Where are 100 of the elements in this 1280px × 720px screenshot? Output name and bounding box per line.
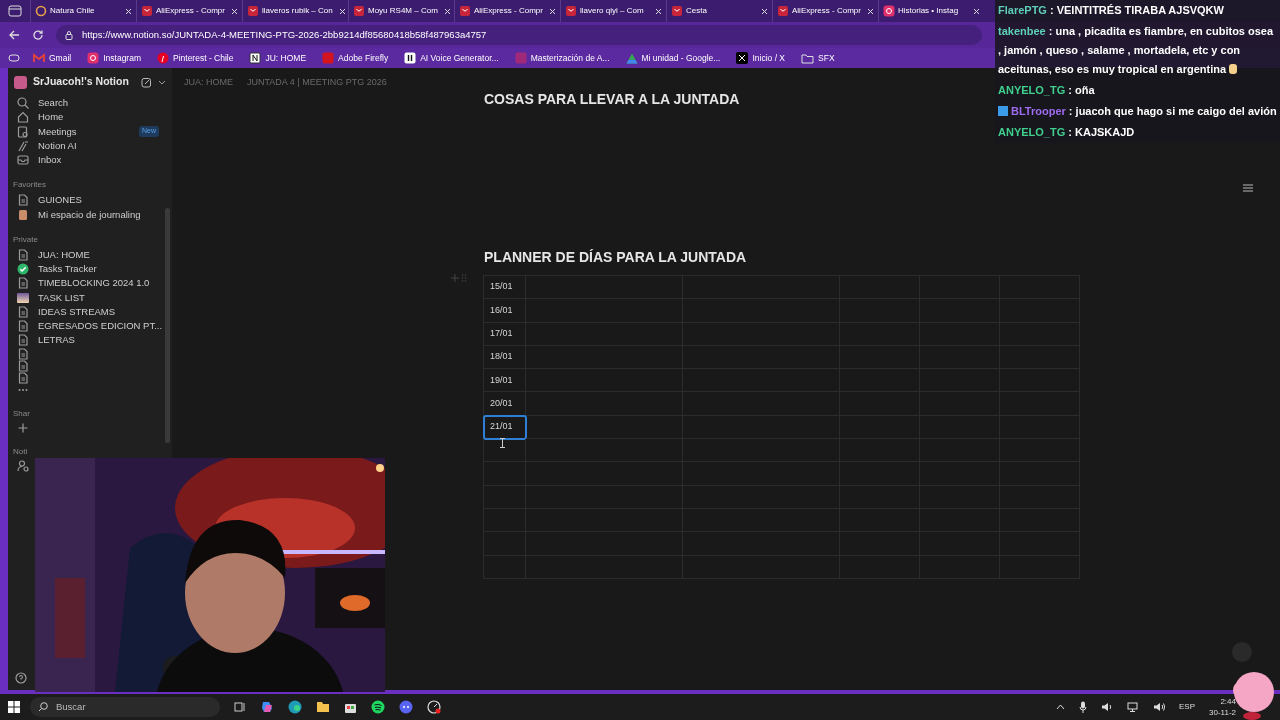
sidebar-item[interactable]: Mi espacio de journaling bbox=[8, 207, 172, 222]
bookmark[interactable]: JU: HOME bbox=[246, 51, 310, 65]
table-cell[interactable] bbox=[526, 392, 683, 416]
volume-icon[interactable] bbox=[1101, 702, 1113, 712]
mail-icon bbox=[33, 53, 45, 63]
plus-icon[interactable] bbox=[451, 274, 459, 282]
journal-icon bbox=[17, 208, 29, 221]
menu-icon[interactable] bbox=[1243, 184, 1253, 192]
sidebar-item[interactable]: Home bbox=[8, 110, 172, 125]
pin-icon bbox=[157, 52, 169, 64]
sidebar-item[interactable]: TIMEBLOCKING 2024 1.0 bbox=[8, 276, 172, 291]
close-icon[interactable] bbox=[125, 7, 132, 15]
chat-message: BLTrooper : juacoh que hago si me caigo del avión bbox=[998, 102, 1277, 121]
heading: COSAS PARA LLEVAR A LA JUNTADA bbox=[484, 90, 740, 109]
camera-icon bbox=[883, 5, 895, 17]
sidebar-item[interactable]: IDEAS STREAMS bbox=[8, 304, 172, 319]
task-view-icon[interactable] bbox=[234, 701, 246, 713]
close-icon[interactable] bbox=[549, 7, 556, 15]
bookmark[interactable]: Inicio / X bbox=[733, 51, 789, 65]
bag-icon bbox=[777, 5, 789, 17]
close-icon[interactable] bbox=[973, 7, 980, 15]
bookmark[interactable]: Masterización de A... bbox=[511, 51, 613, 65]
bookmark[interactable]: Gmail bbox=[30, 51, 75, 65]
bookmark[interactable]: Instagram bbox=[84, 51, 144, 65]
bookmark[interactable]: Adobe Firefly bbox=[319, 51, 392, 65]
square-icon bbox=[514, 52, 527, 64]
scrollbar[interactable] bbox=[165, 208, 170, 443]
meeting-notes-icon bbox=[17, 125, 29, 138]
address-bar[interactable]: https://www.notion.so/JUNTADA-4-MEETING-PTG-2026-2bb9214df85680418b58f487963a4757 bbox=[56, 25, 982, 45]
bag-icon bbox=[141, 5, 153, 17]
sidebar-item[interactable]: EGRESADOS EDICION PT... bbox=[8, 319, 172, 334]
language-indicator[interactable]: ESP bbox=[1179, 701, 1195, 713]
pause-icon bbox=[404, 52, 417, 64]
close-icon[interactable] bbox=[338, 7, 346, 15]
table-cell[interactable] bbox=[526, 439, 683, 463]
lock-icon bbox=[64, 30, 74, 40]
x-logo-icon bbox=[736, 52, 749, 64]
sidebar-item[interactable]: Notion AI bbox=[8, 138, 172, 153]
sidebar-item[interactable]: Search bbox=[8, 96, 172, 111]
volume-icon[interactable] bbox=[1153, 702, 1165, 712]
browser-icon[interactable] bbox=[288, 700, 302, 714]
folder-icon bbox=[801, 52, 815, 64]
sidebar-item[interactable]: JUA: HOME bbox=[8, 247, 172, 262]
sidebar-item[interactable]: TASK LIST bbox=[8, 290, 172, 305]
workspace-avatar[interactable] bbox=[14, 75, 27, 89]
chat-message: ANYELO_TG : oña bbox=[998, 83, 1096, 98]
sidebar-item[interactable]: LETRAS bbox=[8, 333, 172, 348]
table-cell[interactable] bbox=[484, 439, 526, 463]
close-icon[interactable] bbox=[761, 7, 768, 15]
bag-icon bbox=[353, 5, 365, 17]
bookmark[interactable]: Pinterest - Chile bbox=[154, 51, 237, 65]
chevron-down-icon[interactable] bbox=[158, 78, 166, 86]
page-icon bbox=[17, 347, 29, 360]
sidebar-item[interactable]: GUIONES bbox=[8, 193, 172, 208]
gradient-square-icon bbox=[17, 291, 29, 304]
taskbar-search-field[interactable]: Buscar bbox=[30, 697, 220, 717]
table-cell[interactable]: 16/01 bbox=[484, 299, 526, 323]
table-cell[interactable]: 20/01 bbox=[484, 392, 526, 416]
close-icon[interactable] bbox=[443, 7, 451, 15]
back-icon[interactable] bbox=[8, 29, 20, 41]
camera-icon bbox=[87, 52, 100, 64]
gauge-app-icon[interactable] bbox=[427, 700, 441, 714]
help-icon[interactable] bbox=[15, 672, 27, 684]
square-logo-icon bbox=[322, 52, 335, 64]
chat-app-icon[interactable] bbox=[399, 700, 413, 714]
table-cell[interactable]: 17/01 bbox=[484, 322, 526, 346]
page-icon bbox=[17, 277, 29, 290]
home-icon bbox=[17, 111, 29, 124]
bookmark[interactable]: SFX bbox=[798, 51, 838, 65]
folder-icon[interactable] bbox=[316, 701, 330, 713]
windows-logo-icon[interactable] bbox=[8, 701, 20, 713]
chevron-up-icon[interactable] bbox=[1056, 704, 1065, 710]
drag-handle-icon[interactable] bbox=[461, 274, 467, 282]
microphone-icon[interactable] bbox=[1079, 701, 1087, 713]
bookmark[interactable]: Mi unidad - Google... bbox=[622, 51, 724, 65]
table-cell[interactable]: 19/01 bbox=[484, 369, 526, 393]
bag-icon bbox=[247, 5, 259, 17]
table-cell[interactable]: 15/01 bbox=[484, 276, 526, 300]
table-cell[interactable]: 18/01 bbox=[484, 345, 526, 370]
bookmark-apps-icon[interactable] bbox=[8, 53, 20, 63]
copilot-icon[interactable] bbox=[260, 700, 274, 714]
close-icon[interactable] bbox=[655, 7, 662, 15]
heading: PLANNER DE DÍAS PARA LA JUNTADA bbox=[484, 248, 747, 267]
bag-icon bbox=[565, 5, 577, 17]
new-page-icon[interactable] bbox=[141, 76, 152, 88]
reload-icon[interactable] bbox=[32, 29, 44, 41]
workspace-name[interactable]: SrJuacoh!'s Notion bbox=[33, 74, 135, 90]
clock-time[interactable]: 2:44 bbox=[1220, 696, 1236, 707]
clock-date[interactable]: 30-11-2 bbox=[1209, 707, 1236, 718]
text-cursor-icon bbox=[500, 438, 505, 448]
bookmark[interactable]: AI Voice Generator... bbox=[401, 51, 502, 65]
table-cell[interactable] bbox=[526, 415, 683, 440]
close-icon[interactable] bbox=[867, 7, 874, 15]
network-icon[interactable] bbox=[1127, 702, 1139, 712]
sidebar-item[interactable]: Tasks Tracker bbox=[8, 262, 172, 277]
page-icon bbox=[17, 248, 29, 261]
music-app-icon[interactable] bbox=[371, 700, 385, 714]
close-icon[interactable] bbox=[231, 7, 238, 15]
table-cell[interactable]: 21/01 bbox=[484, 415, 526, 440]
sidebar-item[interactable]: Inbox bbox=[8, 153, 172, 168]
